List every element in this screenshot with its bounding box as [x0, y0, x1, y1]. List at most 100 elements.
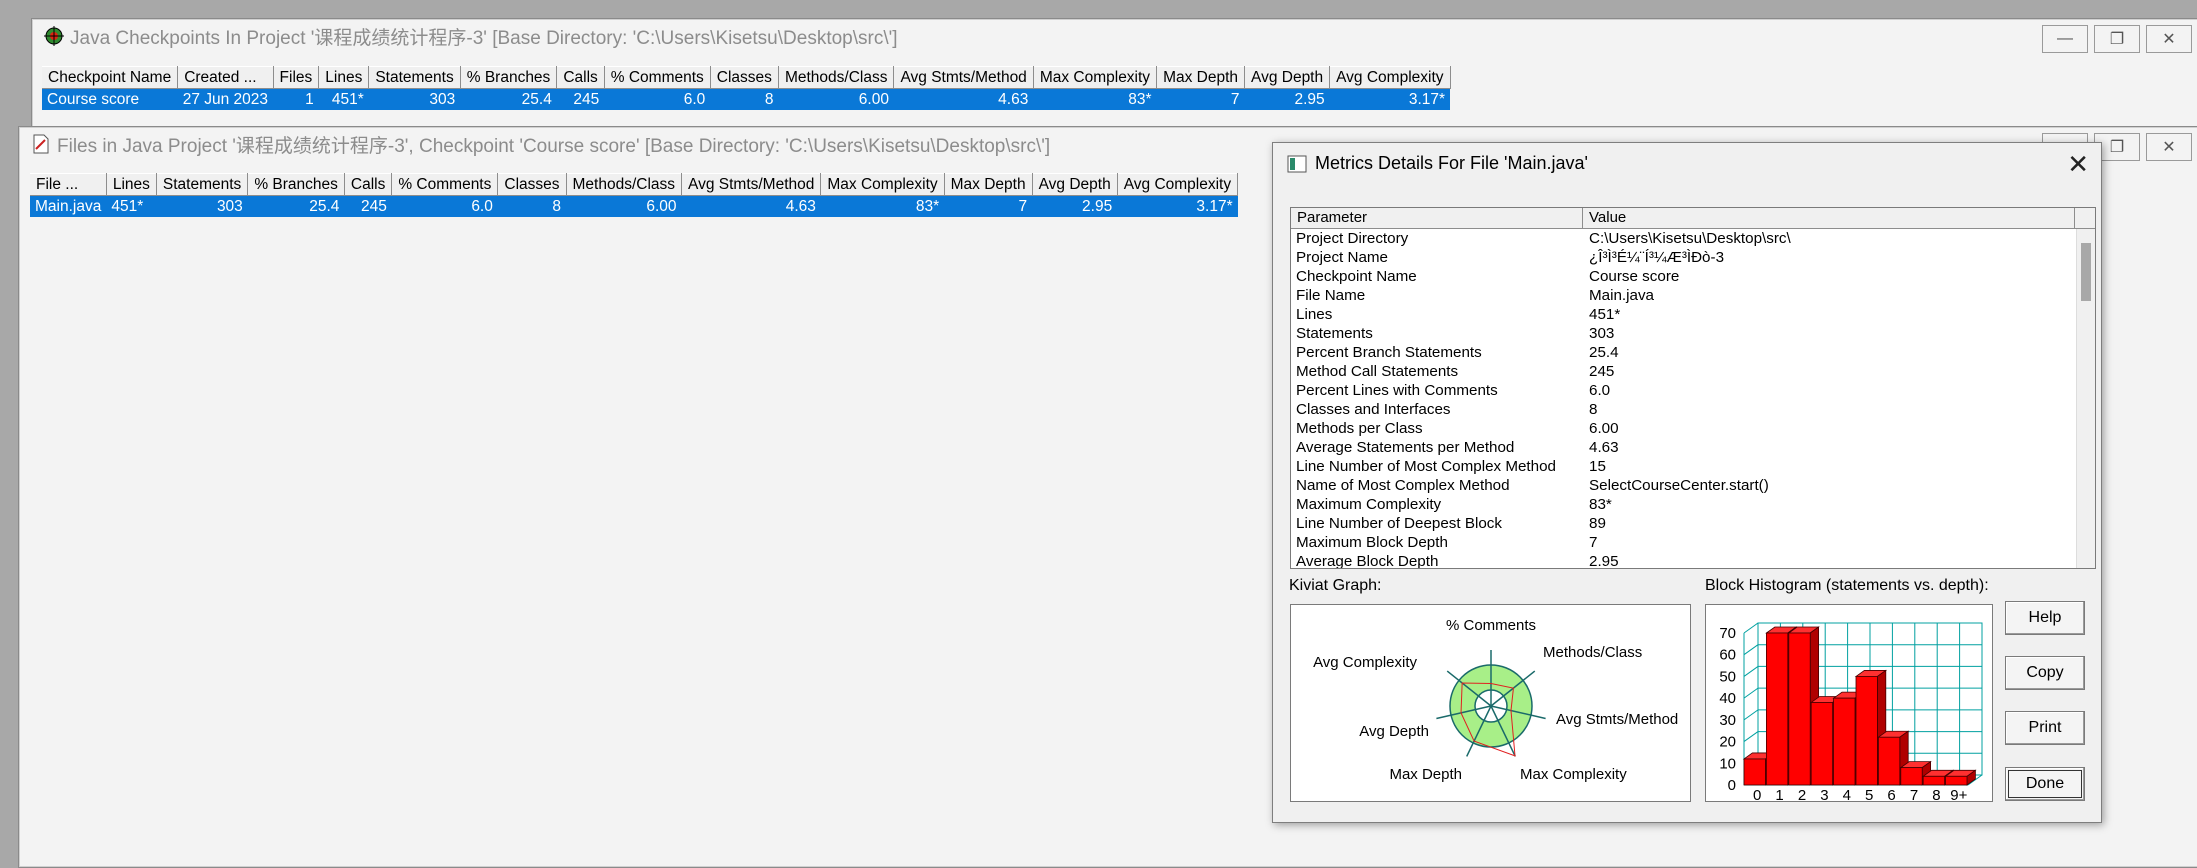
parameter-name: Lines [1296, 306, 1333, 323]
list-item[interactable]: Name of Most Complex Method SelectCourseC… [1291, 476, 2095, 495]
list-item[interactable]: Average Statements per Method 4.63 [1291, 438, 2095, 457]
column-header[interactable]: Methods/Class [778, 66, 895, 89]
table-cell[interactable]: 245 [556, 88, 605, 110]
vertical-scrollbar[interactable] [2076, 229, 2095, 568]
column-header[interactable]: Max Depth [944, 173, 1033, 196]
table-cell[interactable]: Course score [42, 88, 178, 110]
print-button[interactable]: Print [2005, 711, 2085, 745]
table-cell[interactable]: 3.17* [1117, 195, 1238, 217]
table-cell[interactable]: 83* [820, 195, 945, 217]
files-title-text: Files in Java Project '课程成绩统计程序-3', Chec… [57, 135, 1051, 157]
table-cell[interactable]: 451* [318, 88, 369, 110]
histogram-y-tick-label: 0 [1728, 777, 1736, 794]
list-item[interactable]: Checkpoint Name Course score [1291, 267, 2095, 286]
table-cell[interactable]: 1 [273, 88, 319, 110]
column-header[interactable]: Max Complexity [1033, 66, 1158, 89]
parameter-name: Project Name [1296, 249, 1389, 266]
list-item[interactable]: Lines 451* [1291, 305, 2095, 324]
list-item[interactable]: Percent Branch Statements 25.4 [1291, 343, 2095, 362]
minimize-button[interactable]: — [2042, 25, 2088, 53]
column-header[interactable]: Lines [106, 173, 157, 196]
column-header[interactable]: % Branches [247, 173, 345, 196]
column-header[interactable]: Lines [318, 66, 370, 89]
histogram-x-tick-label: 6 [1887, 787, 1895, 801]
table-cell[interactable]: 4.63 [893, 88, 1034, 110]
table-cell[interactable]: 303 [368, 88, 461, 110]
column-header[interactable]: Classes [710, 66, 779, 89]
list-item[interactable]: Maximum Block Depth 7 [1291, 533, 2095, 552]
table-cell[interactable]: 7 [944, 195, 1033, 217]
column-header[interactable]: Avg Complexity [1117, 173, 1239, 196]
table-cell[interactable]: 7 [1156, 88, 1245, 110]
list-item[interactable]: Line Number of Deepest Block 89 [1291, 514, 2095, 533]
column-header[interactable]: Statements [156, 173, 249, 196]
close-button[interactable]: ✕ [2146, 25, 2192, 53]
list-item[interactable]: Method Call Statements 245 [1291, 362, 2095, 381]
list-item[interactable]: Project Name ¿Î³Ì³É¼¨Í³¼Æ³ÌÐò-3 [1291, 248, 2095, 267]
list-item[interactable]: Percent Lines with Comments 6.0 [1291, 381, 2095, 400]
histogram-x-tick-label: 4 [1843, 787, 1851, 801]
table-cell[interactable]: 27 Jun 2023 [177, 88, 274, 110]
table-cell[interactable]: 2.95 [1032, 195, 1118, 217]
table-cell[interactable]: 83* [1033, 88, 1157, 110]
histogram-bar [1855, 676, 1878, 786]
table-cell[interactable]: 303 [156, 195, 248, 217]
table-cell[interactable]: 6.00 [566, 195, 682, 217]
table-cell[interactable]: 6.0 [391, 195, 498, 217]
column-header[interactable]: % Comments [391, 173, 499, 196]
table-cell[interactable]: 25.4 [460, 88, 557, 110]
column-header[interactable]: Checkpoint Name [42, 66, 179, 89]
parameter-value: 15 [1589, 458, 1606, 475]
parameter-list[interactable]: Parameter Value Project Directory C:\User… [1290, 207, 2096, 569]
table-cell[interactable]: Main.java [30, 195, 107, 217]
help-button[interactable]: Help [2005, 601, 2085, 635]
column-header[interactable]: Calls [344, 173, 393, 196]
column-header[interactable]: Avg Depth [1032, 173, 1118, 196]
column-header[interactable]: Methods/Class [566, 173, 683, 196]
list-item[interactable]: Average Block Depth 2.95 [1291, 552, 2095, 568]
table-cell[interactable]: 245 [344, 195, 392, 217]
checkpoints-window-title[interactable]: Java Checkpoints In Project '课程成绩统计程序-3'… [32, 19, 2197, 53]
table-cell[interactable]: 3.17* [1329, 88, 1451, 110]
column-header[interactable]: Avg Complexity [1329, 66, 1451, 89]
column-header[interactable]: Statements [368, 66, 461, 89]
column-header-parameter[interactable]: Parameter [1291, 208, 1583, 228]
column-header[interactable]: File ... [30, 173, 107, 196]
maximize-button[interactable]: ❐ [2094, 25, 2140, 53]
table-row[interactable]: Main.java 451* 303 25.4 245 6.0 8 6.00 4.63 83* 7 2… [30, 195, 1238, 217]
list-item[interactable]: Line Number of Most Complex Method 15 [1291, 457, 2095, 476]
dialog-close-button[interactable]: ✕ [2067, 151, 2089, 177]
column-header[interactable]: Avg Stmts/Method [681, 173, 822, 196]
list-item[interactable]: File Name Main.java [1291, 286, 2095, 305]
table-cell[interactable]: 25.4 [247, 195, 345, 217]
table-cell[interactable]: 6.0 [604, 88, 711, 110]
column-header[interactable]: Max Complexity [820, 173, 945, 196]
table-cell[interactable]: 2.95 [1244, 88, 1330, 110]
scrollbar-thumb[interactable] [2081, 243, 2091, 301]
close-button[interactable]: ✕ [2146, 133, 2192, 161]
table-cell[interactable]: 6.00 [778, 88, 894, 110]
column-header[interactable]: % Comments [604, 66, 711, 89]
table-cell[interactable]: 8 [710, 88, 779, 110]
column-header[interactable]: % Branches [460, 66, 558, 89]
column-header[interactable]: Avg Stmts/Method [893, 66, 1034, 89]
done-button[interactable]: Done [2005, 767, 2085, 801]
table-cell[interactable]: 4.63 [681, 195, 821, 217]
column-header[interactable]: Avg Depth [1244, 66, 1331, 89]
column-header[interactable]: Classes [497, 173, 567, 196]
kiviat-graph: % Comments Methods/Class Avg Stmts/Method M… [1290, 604, 1691, 802]
list-item[interactable]: Methods per Class 6.00 [1291, 419, 2095, 438]
list-item[interactable]: Maximum Complexity 83* [1291, 495, 2095, 514]
copy-button[interactable]: Copy [2005, 656, 2085, 690]
table-cell[interactable]: 451* [106, 195, 157, 217]
column-header[interactable]: Max Depth [1156, 66, 1246, 89]
list-item[interactable]: Project Directory C:\Users\Kisetsu\Deskto… [1291, 229, 2095, 248]
column-header[interactable]: Calls [556, 66, 605, 89]
column-header[interactable]: Files [273, 66, 320, 89]
table-cell[interactable]: 8 [497, 195, 567, 217]
table-row[interactable]: Course score 27 Jun 2023 1 451* 303 25.4 245 6.… [42, 88, 1451, 110]
column-header[interactable]: Created ... [177, 66, 274, 89]
column-header-value[interactable]: Value [1583, 208, 2075, 228]
list-item[interactable]: Statements 303 [1291, 324, 2095, 343]
list-item[interactable]: Classes and Interfaces 8 [1291, 400, 2095, 419]
